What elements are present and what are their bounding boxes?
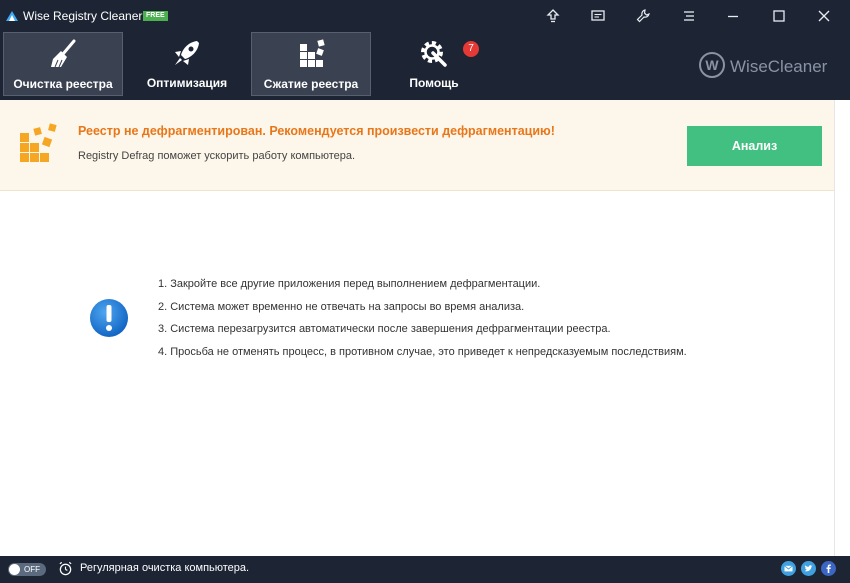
- wisecleaner-brand[interactable]: W WiseCleaner: [699, 52, 839, 80]
- list-item: 3. Система перезагрузится автоматически …: [158, 323, 611, 335]
- tab-registry-cleaner[interactable]: Очистка реестра: [3, 32, 123, 96]
- rocket-icon: [175, 41, 199, 65]
- arrow-up-icon: [546, 9, 560, 23]
- brand-name: WiseCleaner: [730, 57, 828, 76]
- maximize-button[interactable]: [758, 0, 800, 32]
- menu-button[interactable]: [668, 0, 710, 32]
- scrollbar[interactable]: [834, 100, 850, 556]
- list-item: 4. Просьба не отменять процесс, в против…: [158, 345, 687, 358]
- window-title: Wise Registry Cleaner 9: [23, 9, 153, 23]
- notification-badge: 7: [463, 41, 479, 57]
- feedback-button[interactable]: [577, 0, 619, 32]
- upgrade-button[interactable]: [532, 0, 574, 32]
- toggle-label: OFF: [24, 565, 40, 574]
- close-button[interactable]: [803, 0, 845, 32]
- maximize-icon: [773, 10, 785, 22]
- tab-label: Очистка реестра: [13, 77, 113, 91]
- schedule-label: Регулярная очистка компьютера.: [80, 562, 250, 574]
- email-button[interactable]: [781, 561, 796, 576]
- twitter-icon: [801, 561, 816, 576]
- minimize-button[interactable]: [712, 0, 754, 32]
- defrag-status-banner: Реестр не дефрагментирован. Рекомендуетс…: [0, 100, 834, 191]
- twitter-button[interactable]: [801, 561, 816, 576]
- app-logo-icon: [6, 11, 18, 21]
- title-bar: Wise Registry Cleaner 9 FREE: [0, 0, 850, 32]
- tab-label: Оптимизация: [146, 76, 228, 90]
- email-icon: [781, 561, 796, 576]
- tab-label: Сжатие реестра: [263, 77, 359, 91]
- status-bar: OFF Регулярная очистка компьютера.: [0, 556, 850, 583]
- tab-help[interactable]: 7 Помощь: [375, 32, 493, 96]
- tab-label: Помощь: [409, 76, 459, 90]
- brand-logo: W: [699, 52, 725, 78]
- schedule-toggle[interactable]: OFF: [8, 563, 46, 576]
- list-item: 1. Закройте все другие приложения перед …: [158, 278, 541, 290]
- menu-icon: [684, 11, 694, 21]
- wrench-icon: [636, 9, 650, 23]
- facebook-icon: [821, 561, 836, 576]
- tab-optimization[interactable]: Оптимизация: [128, 32, 246, 96]
- edition-badge: FREE: [143, 11, 168, 21]
- facebook-button[interactable]: [821, 561, 836, 576]
- app-window: Wise Registry Cleaner 9 FREE Очистка рее…: [0, 0, 850, 583]
- list-item: 2. Система может временно не отвечать на…: [158, 300, 525, 313]
- alarm-clock-icon: [59, 561, 72, 576]
- defrag-blocks-icon: [20, 123, 57, 162]
- skin-button[interactable]: [622, 0, 664, 32]
- analyze-button[interactable]: Анализ: [687, 126, 822, 166]
- message-icon: [591, 10, 605, 21]
- gear-wrench-icon: [421, 41, 447, 67]
- minimize-icon: [728, 15, 738, 18]
- tab-registry-defrag[interactable]: Сжатие реестра: [251, 32, 371, 96]
- banner-title: Реестр не дефрагментирован. Рекомендуетс…: [78, 124, 555, 138]
- defrag-notes-list: 1. Закройте все другие приложения перед …: [158, 277, 687, 367]
- main-nav: Очистка реестра Оптимизация Сжатие реест…: [0, 32, 850, 100]
- banner-subtitle: Registry Defrag поможет ускорить работу …: [78, 150, 356, 162]
- close-icon: [818, 10, 830, 22]
- blocks-icon: [300, 39, 325, 67]
- broom-icon: [51, 39, 76, 68]
- info-icon: [90, 299, 128, 337]
- toggle-knob: [9, 564, 20, 575]
